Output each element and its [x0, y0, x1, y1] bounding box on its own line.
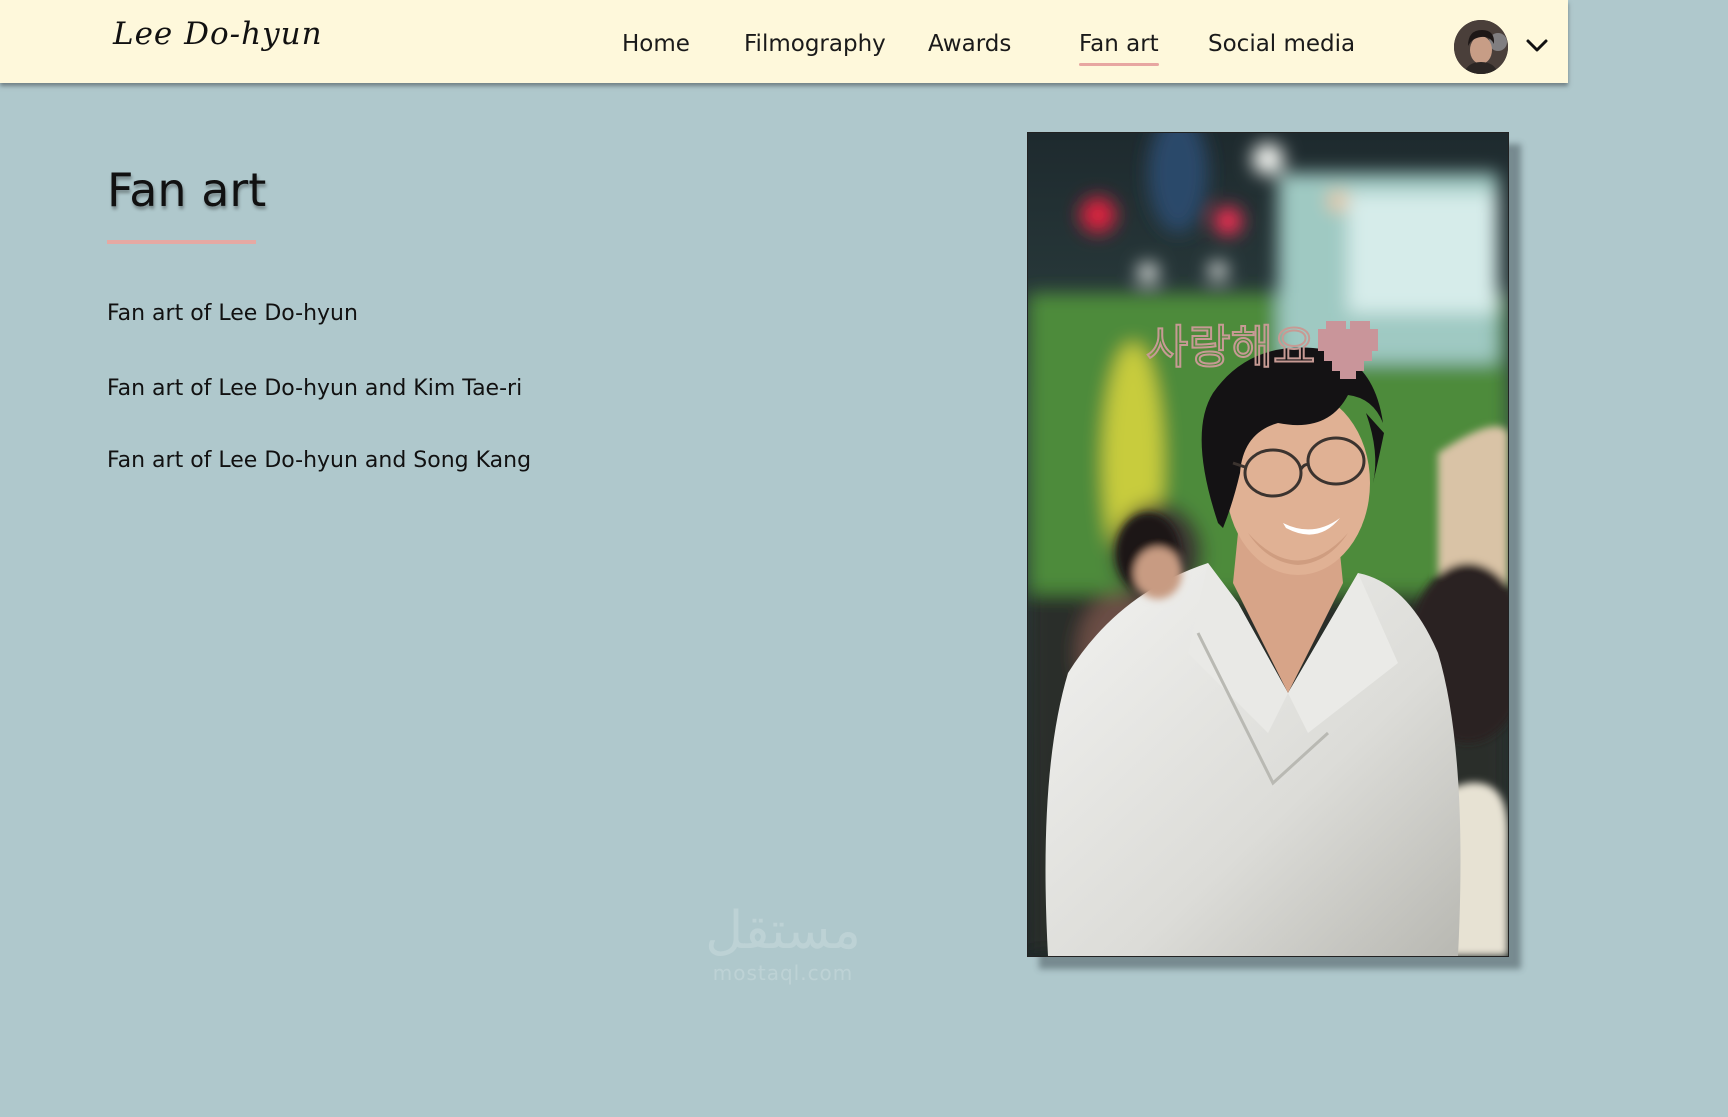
fan-art-photo: 사랑해요 [1027, 132, 1509, 957]
nav-fan-art[interactable]: Fan art [1079, 30, 1159, 66]
nav-social-media[interactable]: Social media [1208, 30, 1355, 58]
fan-art-image: 사랑해요 [1028, 133, 1508, 956]
watermark-latin: mostaql.com [712, 961, 854, 985]
site-logo[interactable]: Lee Do-hyun [113, 16, 323, 52]
avatar-image [1454, 20, 1508, 74]
nav-awards[interactable]: Awards [928, 30, 1011, 58]
nav-filmography[interactable]: Filmography [744, 30, 886, 58]
fan-art-link-kim-tae-ri[interactable]: Fan art of Lee Do-hyun and Kim Tae-ri [107, 375, 522, 403]
page-title: Fan art [107, 163, 267, 217]
fan-art-link-lee-do-hyun[interactable]: Fan art of Lee Do-hyun [107, 300, 358, 328]
chevron-down-icon[interactable] [1525, 36, 1549, 56]
user-avatar[interactable] [1454, 20, 1508, 74]
watermark: مستقل mostaql.com [688, 900, 878, 990]
fan-art-link-song-kang[interactable]: Fan art of Lee Do-hyun and Song Kang [107, 447, 531, 475]
nav-fan-art-label: Fan art [1079, 31, 1159, 57]
active-nav-underline [1079, 63, 1159, 66]
watermark-arabic: مستقل [705, 901, 861, 961]
top-navbar: Lee Do-hyun Home Filmography Awards Fan … [0, 0, 1568, 83]
title-underline [107, 240, 256, 244]
photo-overlay-text: 사랑해요 [1146, 320, 1315, 374]
nav-home[interactable]: Home [622, 30, 690, 58]
